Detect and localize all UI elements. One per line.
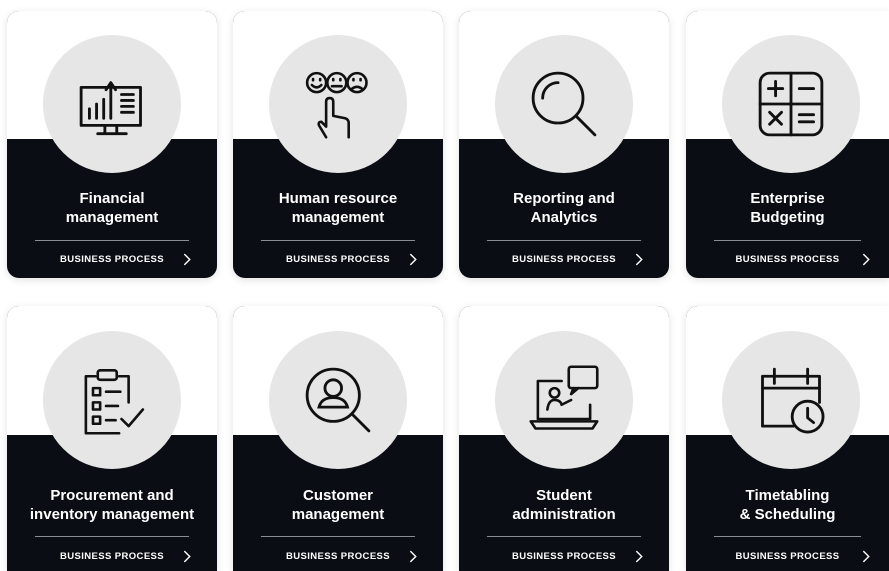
icon-circle: [495, 35, 633, 173]
divider: [35, 536, 189, 537]
card-title: Enterprise Budgeting: [750, 190, 825, 226]
chevron-right-icon: [409, 253, 417, 266]
divider: [487, 536, 641, 537]
chevron-right-icon: [183, 550, 191, 563]
divider: [714, 240, 861, 241]
card-human-resource-management[interactable]: Human resource management BUSINESS PROCES…: [233, 11, 443, 278]
financial-chart-icon: [79, 81, 142, 136]
card-enterprise-budgeting[interactable]: Enterprise Budgeting BUSINESS PROCESS: [686, 11, 889, 278]
card-customer-management[interactable]: Customer management BUSINESS PROCESS: [233, 306, 443, 571]
chevron-right-icon: [183, 253, 191, 266]
card-financial-management[interactable]: Financial management BUSINESS PROCESS: [7, 11, 217, 278]
card-procurement-inventory[interactable]: Procurement and inventory management BUSI…: [7, 306, 217, 571]
card-timetabling-scheduling[interactable]: Timetabling & Scheduling BUSINESS PROCESS: [686, 306, 889, 571]
divider: [487, 240, 641, 241]
card-reporting-analytics[interactable]: Reporting and Analytics BUSINESS PROCESS: [459, 11, 669, 278]
laptop-lesson-icon: [529, 365, 599, 430]
card-title: Financial management: [65, 190, 159, 226]
divider: [714, 536, 861, 537]
user-search-icon: [305, 367, 371, 433]
icon-circle: [722, 35, 860, 173]
icon-circle: [495, 331, 633, 469]
card-title: Timetabling & Scheduling: [739, 487, 836, 523]
divider: [261, 240, 415, 241]
calculator-icon: [758, 71, 824, 137]
card-title: Student administration: [512, 487, 616, 523]
card-student-administration[interactable]: Student administration BUSINESS PROCESS: [459, 306, 669, 571]
chevron-right-icon: [862, 253, 870, 266]
icon-circle: [722, 331, 860, 469]
icon-circle: [43, 35, 181, 173]
chevron-right-icon: [409, 550, 417, 563]
chevron-right-icon: [862, 550, 870, 563]
divider: [35, 240, 189, 241]
icon-circle: [43, 331, 181, 469]
card-title: Customer management: [291, 487, 385, 523]
card-title: Procurement and inventory management: [29, 487, 195, 523]
card-title: Reporting and Analytics: [513, 190, 615, 226]
calendar-clock-icon: [761, 367, 825, 434]
clipboard-checklist-icon: [84, 369, 145, 435]
feedback-hand-icon: [305, 71, 368, 139]
magnifier-icon: [531, 71, 597, 137]
card-title: Human resource management: [278, 190, 398, 226]
icon-circle: [269, 331, 407, 469]
chevron-right-icon: [635, 253, 643, 266]
icon-circle: [269, 35, 407, 173]
chevron-right-icon: [635, 550, 643, 563]
divider: [261, 536, 415, 537]
